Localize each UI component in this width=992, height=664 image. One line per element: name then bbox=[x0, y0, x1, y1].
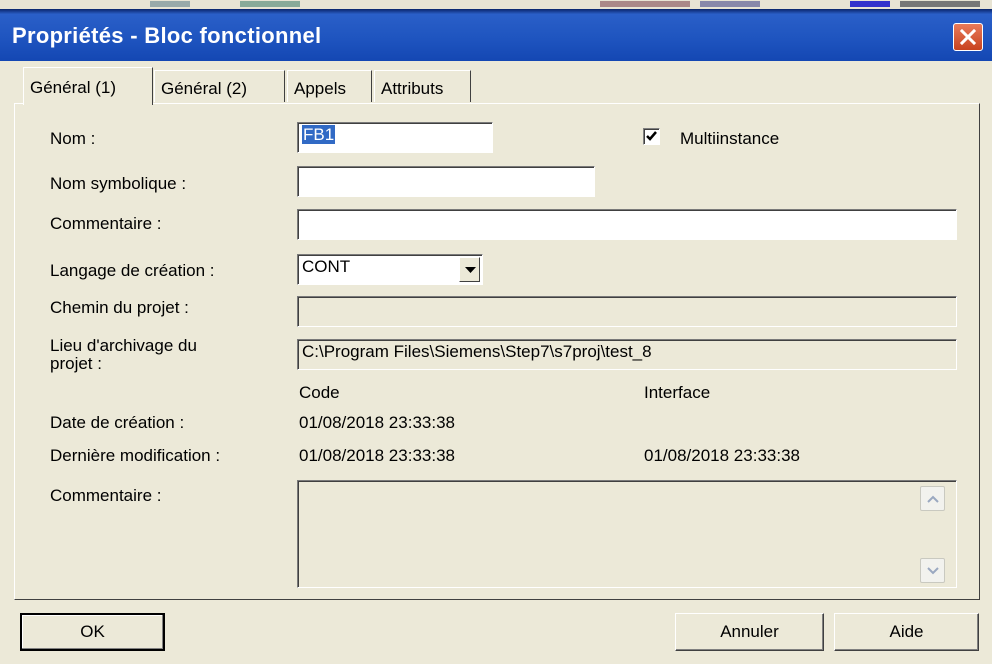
langage-dropdown-button[interactable] bbox=[459, 257, 480, 282]
interface-column-header: Interface bbox=[644, 383, 711, 402]
commentaire2-textarea[interactable] bbox=[297, 480, 957, 588]
checkmark-icon bbox=[646, 131, 657, 141]
derniere-modification-interface: 01/08/2018 23:33:38 bbox=[644, 446, 800, 465]
chevron-up-icon bbox=[927, 495, 939, 503]
tab-label: Général (2) bbox=[161, 79, 247, 98]
background-window-strip bbox=[0, 0, 992, 9]
tab-label: Attributs bbox=[381, 79, 444, 98]
scroll-up-button[interactable] bbox=[920, 486, 945, 511]
tab-general-1[interactable]: Général (1) bbox=[23, 67, 153, 105]
lieu-archivage-label: Lieu d'archivage du projet : bbox=[50, 337, 197, 373]
tab-appels[interactable]: Appels bbox=[287, 70, 372, 102]
date-creation-label: Date de création : bbox=[50, 413, 185, 432]
langage-value: CONT bbox=[302, 257, 351, 276]
nom-field[interactable]: FB1 bbox=[297, 122, 493, 153]
langage-select[interactable]: CONT bbox=[297, 254, 483, 285]
title-bar: Propriétés - Bloc fonctionnel bbox=[0, 9, 992, 61]
ok-button[interactable]: OK bbox=[20, 613, 165, 651]
chevron-down-icon bbox=[465, 267, 476, 273]
commentaire-field[interactable] bbox=[297, 209, 957, 240]
derniere-modification-label: Dernière modification : bbox=[50, 446, 221, 465]
tab-label: Appels bbox=[294, 79, 346, 98]
window-title: Propriétés - Bloc fonctionnel bbox=[12, 23, 322, 48]
commentaire-label: Commentaire : bbox=[50, 214, 162, 233]
multiinstance-label: Multiinstance bbox=[680, 129, 780, 148]
aide-button[interactable]: Aide bbox=[834, 613, 979, 651]
chemin-label: Chemin du projet : bbox=[50, 298, 189, 317]
nom-symbolique-label: Nom symbolique : bbox=[50, 174, 187, 193]
lieu-archivage-label-line2: projet : bbox=[50, 354, 102, 373]
multiinstance-checkbox[interactable] bbox=[643, 128, 660, 145]
scroll-down-button[interactable] bbox=[920, 558, 945, 583]
lieu-archivage-field: C:\Program Files\Siemens\Step7\s7proj\te… bbox=[297, 339, 957, 370]
nom-label: Nom : bbox=[50, 129, 96, 148]
close-icon bbox=[960, 29, 976, 45]
commentaire2-label: Commentaire : bbox=[50, 486, 162, 505]
date-creation-code: 01/08/2018 23:33:38 bbox=[299, 413, 455, 432]
close-button[interactable] bbox=[953, 23, 983, 51]
tab-general-2[interactable]: Général (2) bbox=[154, 70, 285, 102]
chemin-field bbox=[297, 296, 957, 327]
nom-symbolique-field[interactable] bbox=[297, 166, 595, 197]
code-column-header: Code bbox=[299, 383, 340, 402]
tab-label: Général (1) bbox=[30, 78, 116, 97]
nom-value: FB1 bbox=[302, 125, 336, 144]
lieu-archivage-label-line1: Lieu d'archivage du bbox=[50, 336, 197, 355]
langage-label: Langage de création : bbox=[50, 261, 215, 280]
derniere-modification-code: 01/08/2018 23:33:38 bbox=[299, 446, 455, 465]
tab-attributs[interactable]: Attributs bbox=[374, 70, 471, 102]
chevron-down-icon bbox=[927, 567, 939, 575]
annuler-button[interactable]: Annuler bbox=[675, 613, 824, 651]
